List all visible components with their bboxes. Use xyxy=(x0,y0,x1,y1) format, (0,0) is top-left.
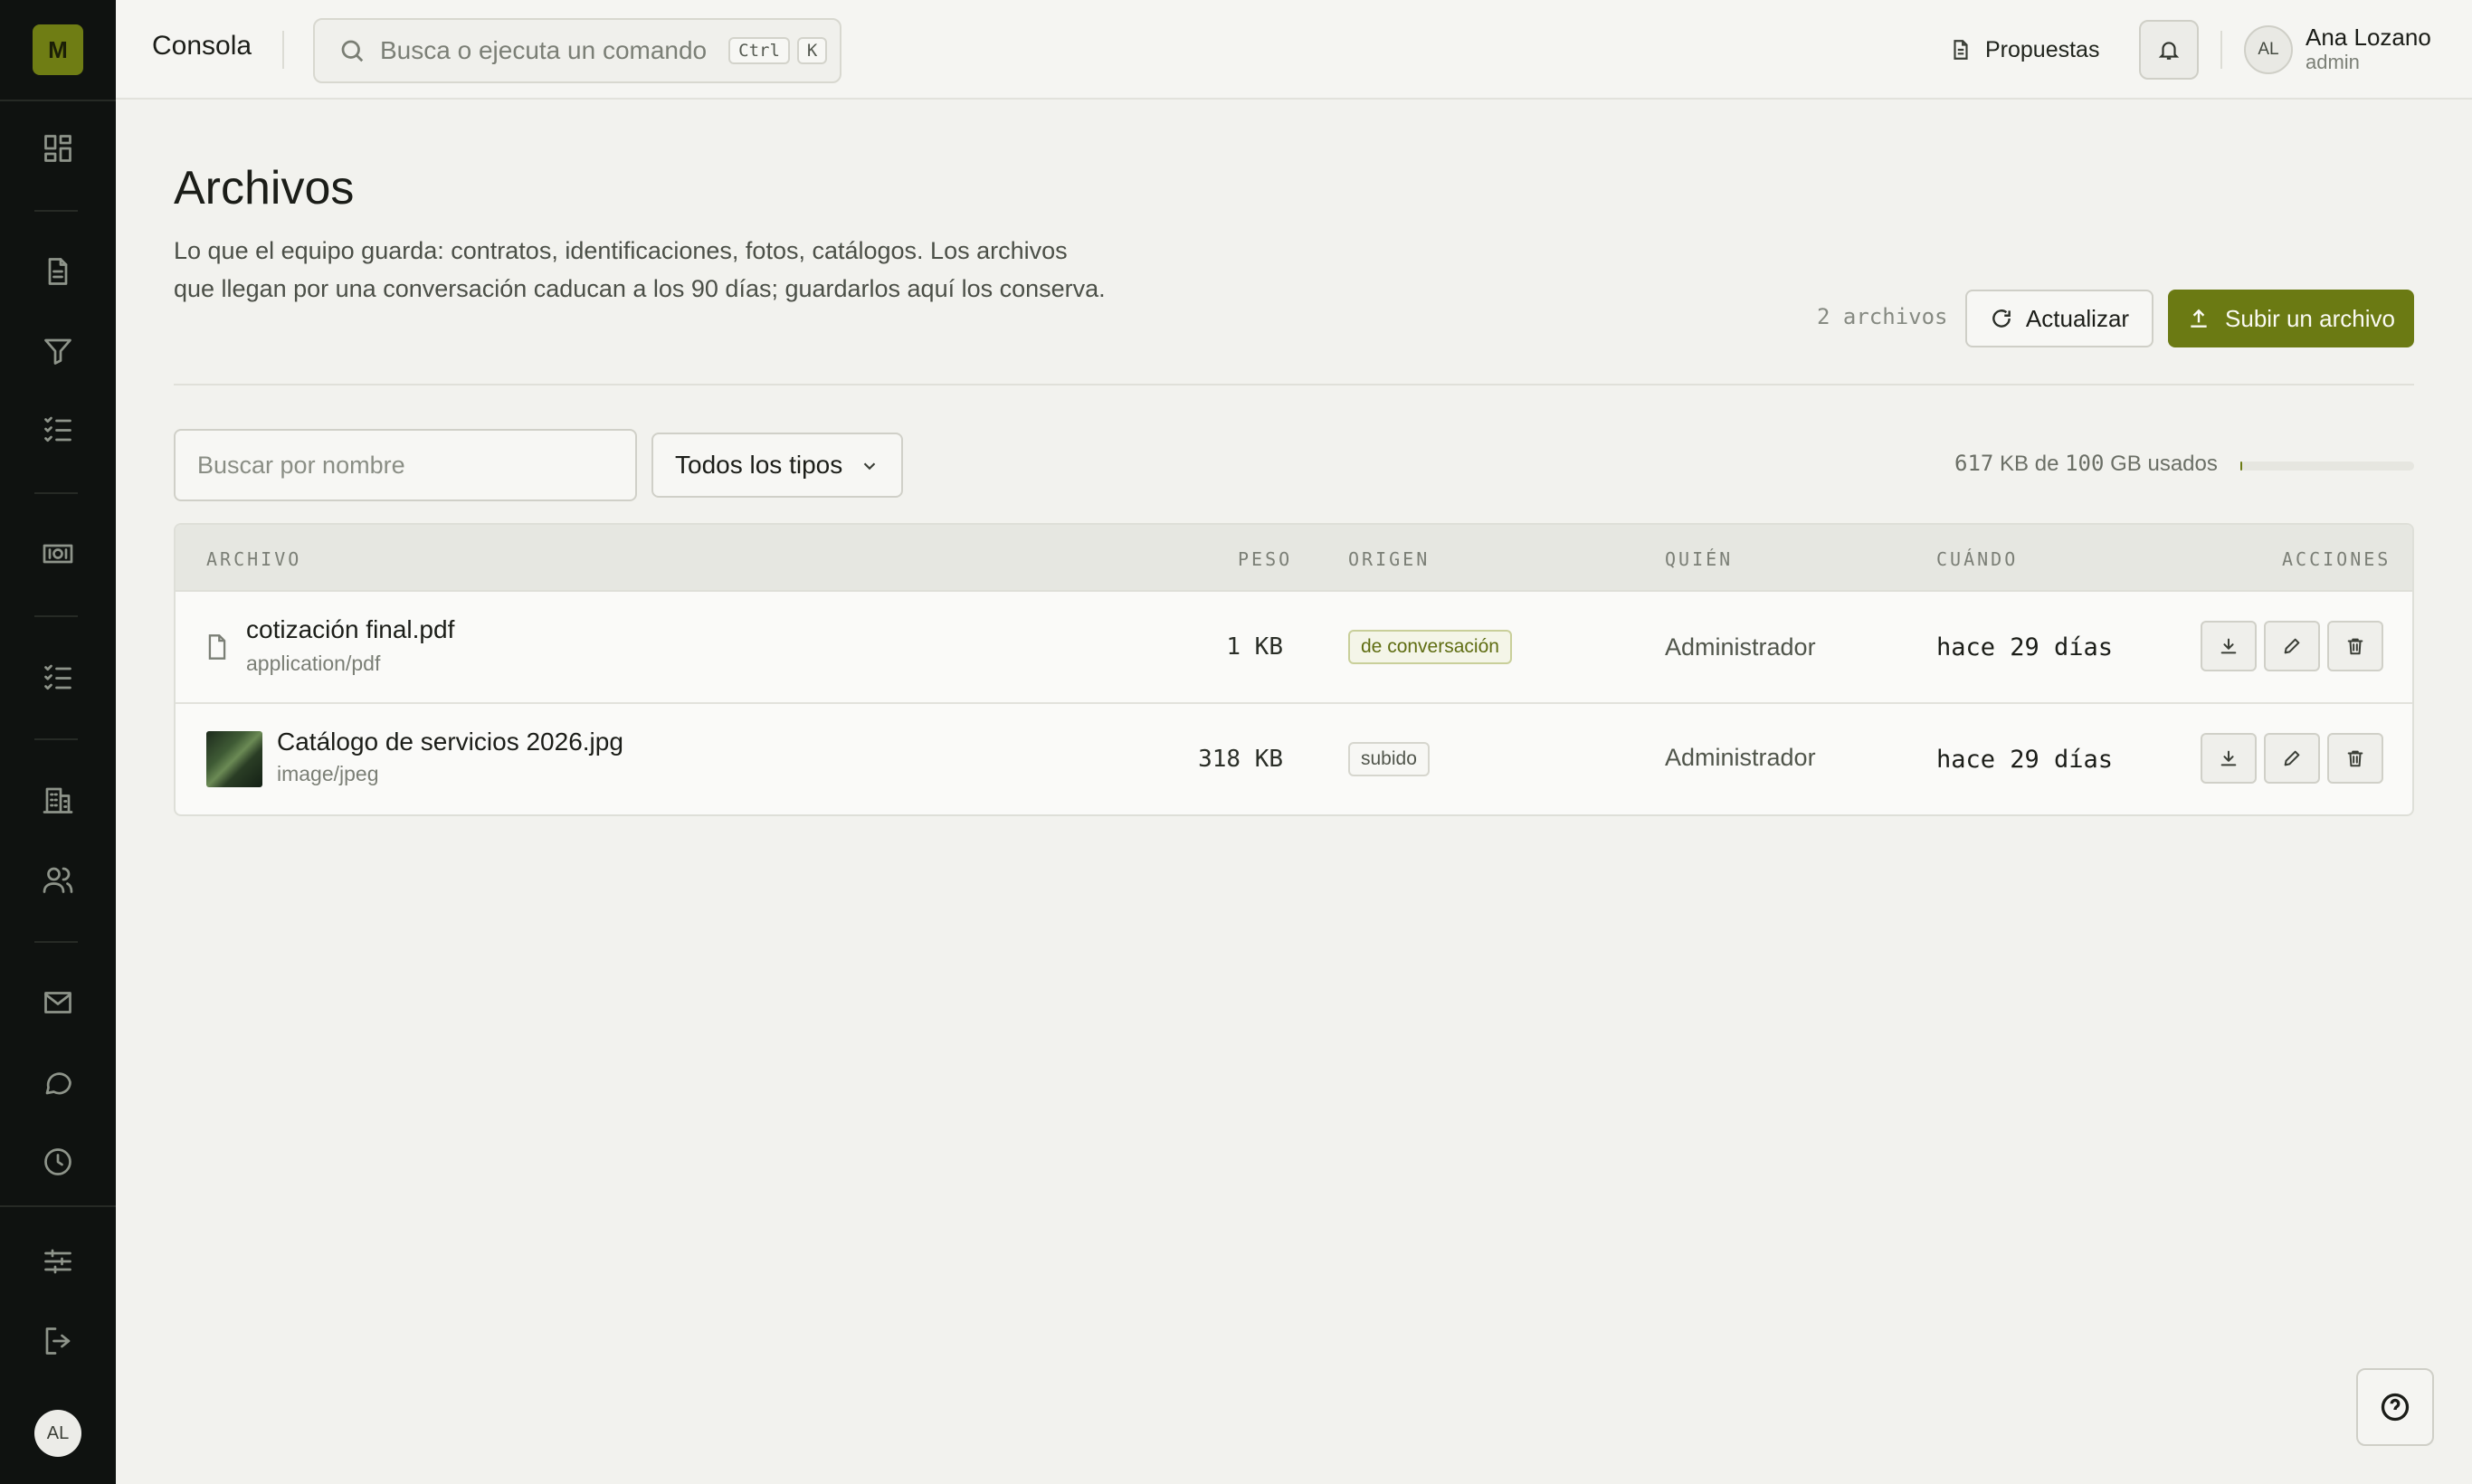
file-icon xyxy=(206,633,228,661)
user-role: admin xyxy=(2306,51,2360,73)
file-date: hace 29 días xyxy=(1936,746,2114,774)
pencil-icon xyxy=(2284,750,2300,766)
dashboard-icon[interactable] xyxy=(40,130,76,166)
proposals-link[interactable]: Propuestas xyxy=(1949,27,2099,72)
search-placeholder: Busca o ejecuta un comando xyxy=(380,36,708,64)
document-icon[interactable] xyxy=(40,253,76,290)
help-button[interactable] xyxy=(2356,1368,2434,1446)
tasks-icon[interactable] xyxy=(40,659,76,695)
shortcut-ctrl-key: Ctrl xyxy=(728,37,790,64)
money-icon[interactable] xyxy=(40,536,76,572)
users-icon[interactable] xyxy=(40,861,76,898)
storage-usage-bar xyxy=(2240,461,2414,471)
refresh-button[interactable]: Actualizar xyxy=(1965,290,2153,347)
file-name[interactable]: cotización final.pdf xyxy=(246,615,454,644)
table-row[interactable]: Catálogo de servicios 2026.jpg image/jpe… xyxy=(176,704,2412,814)
storage-usage-text: 617 KB de 100 GB usados xyxy=(1954,451,2218,477)
chevron-down-icon xyxy=(863,462,876,471)
origin-badge: de conversación xyxy=(1348,630,1512,664)
table-row[interactable]: cotización final.pdf application/pdf 1 K… xyxy=(176,592,2412,704)
sidebar-avatar[interactable]: AL xyxy=(34,1410,81,1457)
usage-total: 100 xyxy=(2065,451,2105,476)
sidebar-divider xyxy=(34,941,78,943)
download-button[interactable] xyxy=(2201,733,2257,784)
storage-usage-fill xyxy=(2240,461,2242,471)
column-header-origin[interactable]: ORIGEN xyxy=(1348,548,1430,570)
file-count: 2 archivos xyxy=(1817,304,1948,329)
app-title: Consola xyxy=(152,31,252,61)
file-size: 318 KB xyxy=(1198,746,1283,773)
file-mime: application/pdf xyxy=(246,652,381,675)
upload-file-button[interactable]: Subir un archivo xyxy=(2168,290,2414,347)
image-thumbnail xyxy=(206,731,262,787)
usage-used: 617 xyxy=(1954,451,1994,476)
download-icon xyxy=(2220,638,2237,654)
page-description: Lo que el equipo guarda: contratos, iden… xyxy=(174,237,1106,302)
pencil-icon xyxy=(2284,638,2300,654)
shortcut-k-key: K xyxy=(796,37,828,64)
upload-label: Subir un archivo xyxy=(2225,304,2395,332)
column-header-who[interactable]: QUIÉN xyxy=(1665,548,1733,570)
file-owner: Administrador xyxy=(1665,633,1816,661)
user-name[interactable]: Ana Lozano xyxy=(2306,24,2431,52)
sidebar: M AL xyxy=(0,0,116,1484)
download-button[interactable] xyxy=(2201,621,2257,671)
checklist-icon[interactable] xyxy=(40,411,76,447)
page-title: Archivos xyxy=(174,162,355,214)
topbar-divider xyxy=(282,31,284,69)
notifications-button[interactable] xyxy=(2139,20,2199,80)
brand-logo[interactable]: M xyxy=(33,24,83,75)
usage-total-unit: GB usados xyxy=(2110,452,2218,476)
chat-icon[interactable] xyxy=(40,1064,76,1100)
file-mime: image/jpeg xyxy=(277,762,379,785)
sidebar-divider xyxy=(34,615,78,617)
origin-badge: subido xyxy=(1348,742,1430,776)
delete-button[interactable] xyxy=(2327,733,2383,784)
topbar: Consola Busca o ejecuta un comando Ctrl … xyxy=(116,0,2472,100)
files-table: ARCHIVO PESO ORIGEN QUIÉN CUÁNDO ACCIONE… xyxy=(174,523,2414,816)
column-header-when[interactable]: CUÁNDO xyxy=(1936,548,2018,570)
upload-icon xyxy=(2191,309,2207,328)
file-owner: Administrador xyxy=(1665,744,1816,771)
file-date: hace 29 días xyxy=(1936,633,2114,661)
help-icon xyxy=(2381,1393,2410,1422)
trash-icon xyxy=(2347,750,2363,767)
filter-icon[interactable] xyxy=(40,333,76,369)
sidebar-divider xyxy=(34,210,78,212)
type-filter-value: Todos los tipos xyxy=(675,451,843,479)
sliders-icon[interactable] xyxy=(40,1243,76,1279)
table-header: ARCHIVO PESO ORIGEN QUIÉN CUÁNDO ACCIONE… xyxy=(176,525,2412,592)
document-icon xyxy=(1954,40,1968,60)
header-divider xyxy=(174,384,2414,385)
usage-used-unit: KB de xyxy=(2000,452,2059,476)
trash-icon xyxy=(2347,638,2363,655)
search-icon xyxy=(341,40,364,62)
name-search-input[interactable]: Buscar por nombre xyxy=(174,429,637,501)
download-icon xyxy=(2220,750,2237,766)
clock-icon[interactable] xyxy=(40,1144,76,1180)
proposals-label: Propuestas xyxy=(1985,36,2100,62)
column-header-size[interactable]: PESO xyxy=(1238,548,1292,570)
delete-button[interactable] xyxy=(2327,621,2383,671)
refresh-label: Actualizar xyxy=(2025,304,2130,332)
logout-icon[interactable] xyxy=(40,1323,76,1359)
file-name[interactable]: Catálogo de servicios 2026.jpg xyxy=(277,728,623,756)
rename-button[interactable] xyxy=(2264,733,2320,784)
bell-icon xyxy=(2158,42,2180,60)
column-header-actions: ACCIONES xyxy=(2282,548,2391,570)
topbar-divider xyxy=(2220,31,2222,69)
sidebar-divider xyxy=(0,100,116,101)
sidebar-divider xyxy=(34,492,78,494)
column-header-file[interactable]: ARCHIVO xyxy=(206,548,301,570)
sidebar-divider xyxy=(0,1205,116,1207)
mail-icon[interactable] xyxy=(40,985,76,1021)
user-avatar[interactable]: AL xyxy=(2244,25,2293,74)
building-icon[interactable] xyxy=(40,782,76,818)
sidebar-divider xyxy=(34,738,78,740)
type-filter-select[interactable]: Todos los tipos xyxy=(651,433,903,498)
refresh-icon xyxy=(1992,309,2011,328)
command-search-input[interactable]: Busca o ejecuta un comando Ctrl K xyxy=(313,18,841,83)
file-size: 1 KB xyxy=(1226,633,1283,661)
rename-button[interactable] xyxy=(2264,621,2320,671)
